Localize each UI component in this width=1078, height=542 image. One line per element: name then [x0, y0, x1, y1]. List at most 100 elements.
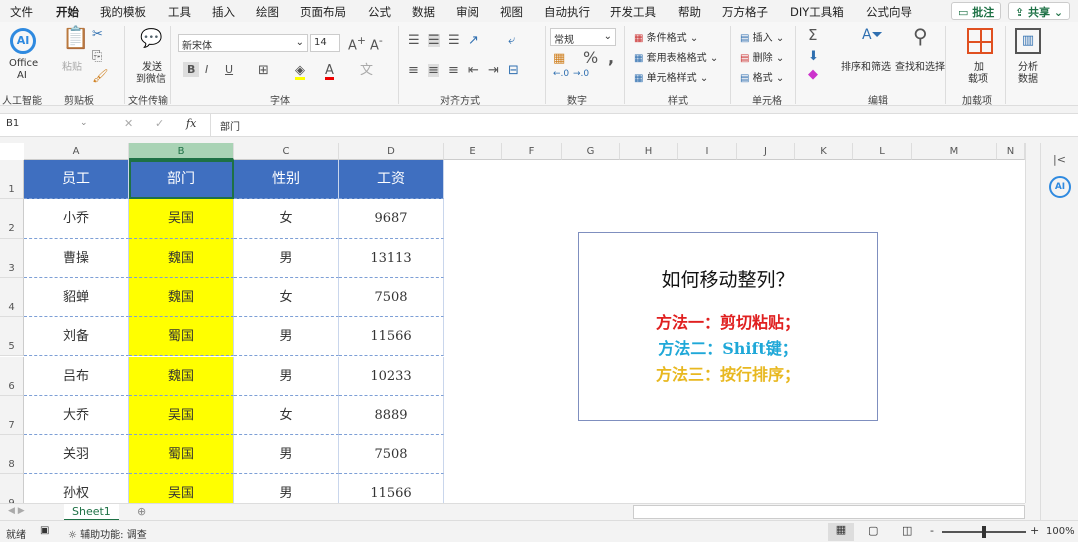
page-break-icon[interactable]: ◫ — [902, 524, 912, 537]
formula-input[interactable]: 部门 — [220, 118, 240, 133]
tab-9[interactable]: 审阅 — [456, 4, 479, 20]
insert-cells-button[interactable]: ▤ 插入 ⌄ — [740, 29, 784, 44]
tab-14[interactable]: 万方格子 — [722, 4, 768, 20]
paste-icon[interactable]: 📋 — [62, 28, 89, 50]
delete-cells-button[interactable]: ▤ 删除 ⌄ — [740, 49, 784, 64]
table-cell[interactable]: 吴国 — [129, 395, 234, 436]
cell-style-button[interactable]: ▦ 单元格样式 ⌄ — [634, 69, 708, 84]
comma-icon[interactable]: , — [608, 50, 614, 66]
font-size-select[interactable]: 14 — [310, 34, 340, 52]
align-top-icon[interactable]: ☰ — [408, 34, 420, 47]
tab-0[interactable]: 文件 — [10, 4, 33, 20]
table-format-button[interactable]: ▦ 套用表格格式 ⌄ — [634, 49, 718, 64]
tab-6[interactable]: 页面布局 — [300, 4, 346, 20]
font-name-select[interactable]: 新宋体 ⌄ — [178, 34, 308, 52]
table-cell[interactable]: 吴国 — [129, 199, 234, 239]
enter-icon[interactable]: ✓ — [155, 117, 164, 130]
column-header-C[interactable]: C — [234, 143, 339, 160]
row-header-5[interactable]: 5 — [0, 317, 24, 357]
horizontal-scrollbar[interactable] — [633, 505, 1025, 519]
sheet-tab-sheet1[interactable]: Sheet1 — [64, 504, 119, 521]
fill-icon[interactable]: ⬇ — [808, 50, 819, 63]
addins-icon[interactable] — [967, 28, 993, 54]
zoom-in-button[interactable]: + — [1030, 524, 1039, 537]
increase-decimal-icon[interactable]: ←.0 — [553, 70, 569, 79]
table-cell[interactable]: 蜀国 — [129, 435, 234, 475]
normal-view-icon[interactable]: ▦ — [828, 523, 854, 541]
table-cell[interactable]: 男 — [234, 238, 339, 278]
table-cell[interactable]: 曹操 — [24, 238, 129, 278]
table-cell[interactable]: 7508 — [339, 435, 444, 475]
tab-7[interactable]: 公式 — [368, 4, 391, 20]
column-header-J[interactable]: J — [737, 143, 795, 160]
align-left-icon[interactable]: ≡ — [408, 64, 419, 77]
wrap-text-icon[interactable]: ⤶ — [508, 34, 515, 47]
find-select-button[interactable]: 查找和选择 — [895, 58, 945, 73]
header-cell[interactable]: 工资 — [339, 160, 444, 200]
merge-icon[interactable]: ⊟ — [508, 64, 519, 77]
share-button[interactable]: ⇪ 共享 ⌄ — [1008, 2, 1071, 20]
header-cell[interactable]: 性别 — [234, 160, 339, 200]
row-header-8[interactable]: 8 — [0, 435, 24, 475]
tab-8[interactable]: 数据 — [412, 4, 435, 20]
table-cell[interactable]: 魏国 — [129, 277, 234, 318]
table-cell[interactable]: 10233 — [339, 356, 444, 396]
number-format-select[interactable]: 常规 ⌄ — [550, 28, 616, 46]
collapse-panel-icon[interactable]: |< — [1053, 153, 1078, 166]
sheet-nav-icon[interactable]: ◀ ▶ — [8, 506, 25, 516]
table-cell[interactable]: 魏国 — [129, 356, 234, 396]
comment-button[interactable]: ▭ 批注 — [951, 2, 1002, 20]
ai-assistant-icon[interactable]: AI — [1049, 176, 1071, 198]
column-header-N[interactable]: N — [997, 143, 1025, 160]
column-header-E[interactable]: E — [444, 143, 502, 160]
header-cell[interactable]: 部门 — [129, 160, 234, 200]
cut-icon[interactable]: ✂ — [92, 28, 103, 41]
column-header-G[interactable]: G — [562, 143, 620, 160]
bold-button[interactable]: B — [183, 62, 200, 77]
text-box[interactable]: 如何移动整列？ 方法一：剪切粘贴； 方法二：Shift键； 方法三：按行排序； — [578, 232, 878, 421]
underline-button[interactable]: U — [225, 64, 233, 75]
table-cell[interactable]: 小乔 — [24, 199, 129, 239]
tab-13[interactable]: 帮助 — [678, 4, 701, 20]
row-header-6[interactable]: 6 — [0, 356, 24, 396]
table-cell[interactable]: 吕布 — [24, 356, 129, 396]
tab-10[interactable]: 视图 — [500, 4, 523, 20]
zoom-out-button[interactable]: - — [930, 524, 934, 537]
wechat-icon[interactable]: 💬 — [140, 30, 162, 48]
tab-11[interactable]: 自动执行 — [544, 4, 590, 20]
tab-5[interactable]: 绘图 — [256, 4, 279, 20]
table-cell[interactable]: 男 — [234, 474, 339, 505]
row-header-1[interactable]: 1 — [0, 160, 24, 200]
tab-16[interactable]: 公式向导 — [866, 4, 912, 20]
decrease-font-icon[interactable]: A- — [370, 35, 383, 52]
align-center-icon[interactable]: ≡ — [428, 64, 439, 77]
page-layout-icon[interactable]: ▢ — [868, 524, 878, 537]
table-cell[interactable]: 9687 — [339, 199, 444, 239]
add-sheet-icon[interactable]: ⊕ — [137, 505, 146, 518]
autosum-icon[interactable]: Σ — [808, 28, 817, 43]
table-cell[interactable]: 关羽 — [24, 435, 129, 475]
tab-4[interactable]: 插入 — [212, 4, 235, 20]
table-cell[interactable]: 女 — [234, 277, 339, 318]
sort-filter-icon[interactable]: A⏷ — [862, 28, 883, 42]
currency-icon[interactable]: ▦ — [553, 52, 565, 65]
align-bottom-icon[interactable]: ☰ — [448, 34, 460, 47]
office-ai-icon[interactable]: AI — [10, 28, 36, 54]
table-cell[interactable]: 大乔 — [24, 395, 129, 436]
table-cell[interactable]: 女 — [234, 199, 339, 239]
table-cell[interactable]: 孙权 — [24, 474, 129, 505]
name-box[interactable]: B1 — [6, 118, 86, 129]
table-cell[interactable]: 男 — [234, 435, 339, 475]
italic-button[interactable]: I — [205, 64, 208, 75]
column-header-H[interactable]: H — [620, 143, 678, 160]
column-header-F[interactable]: F — [502, 143, 562, 160]
table-cell[interactable]: 蜀国 — [129, 317, 234, 357]
row-header-2[interactable]: 2 — [0, 199, 24, 239]
table-cell[interactable]: 女 — [234, 395, 339, 436]
orientation-icon[interactable]: ↗ — [468, 34, 479, 47]
header-cell[interactable]: 员工 — [24, 160, 129, 200]
column-header-B[interactable]: B — [129, 143, 234, 160]
vertical-scrollbar[interactable] — [1025, 143, 1040, 503]
font-color-icon[interactable]: A — [325, 64, 334, 80]
column-header-M[interactable]: M — [912, 143, 997, 160]
